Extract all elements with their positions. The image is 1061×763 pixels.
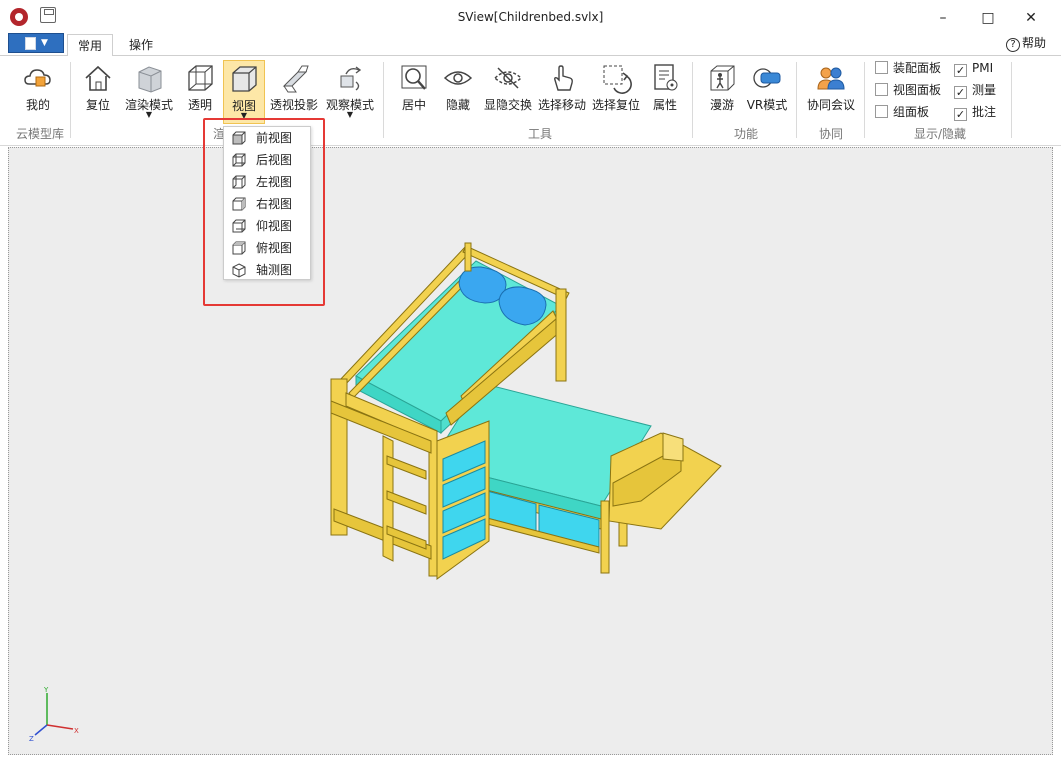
checkbox-label: 测量: [972, 83, 997, 97]
properties-icon: [654, 64, 678, 91]
group-cloud-library: 云模型库: [15, 127, 64, 141]
dropdown-arrow-icon: ▼: [346, 110, 354, 119]
close-button[interactable]: ✕: [1017, 8, 1045, 28]
file-menu-button[interactable]: ▼: [8, 33, 64, 53]
properties-button[interactable]: 属性: [645, 60, 685, 124]
document-icon: [25, 37, 36, 50]
reset-button[interactable]: 复位: [80, 60, 116, 124]
group-show-hide: 显示/隐藏: [913, 127, 967, 141]
roam-label: 漫游: [709, 98, 734, 112]
checkbox-group-panel[interactable]: 组面板: [875, 105, 929, 121]
checkbox-pmi[interactable]: ✓ PMI: [954, 61, 993, 77]
checkbox-box[interactable]: [875, 105, 888, 118]
perspective-icon: [282, 65, 309, 93]
frame-left: [0, 146, 8, 763]
hide-button[interactable]: 隐藏: [438, 60, 478, 124]
frame-bottom: [0, 755, 1061, 763]
collab-meeting-label: 协同会议: [806, 98, 855, 112]
observe-mode-icon: [340, 66, 362, 91]
view-cube-icon: [232, 66, 257, 92]
group-collab: 协同: [818, 127, 843, 141]
mine-button[interactable]: 我的: [16, 60, 60, 124]
users-icon: [817, 67, 845, 90]
cloud-icon: [24, 69, 51, 87]
frame-right: [1053, 146, 1061, 763]
checkbox-box[interactable]: ✓: [954, 64, 967, 77]
vr-headset-icon: [753, 68, 781, 88]
transparent-button[interactable]: 透明: [181, 60, 219, 124]
checkbox-box[interactable]: [875, 83, 888, 96]
axis-triad-icon: Y X Z: [29, 686, 79, 743]
separator: [864, 62, 865, 138]
checkbox-label: PMI: [972, 61, 994, 75]
group-function: 功能: [733, 127, 758, 141]
checkbox-box[interactable]: ✓: [954, 108, 967, 121]
checkbox-label: 装配面板: [893, 61, 942, 75]
axis-y-label: Y: [43, 686, 49, 694]
observe-mode-button[interactable]: 观察模式 ▼: [323, 60, 377, 124]
checkbox-label: 批注: [972, 105, 997, 119]
select-reset-label: 选择复位: [591, 98, 640, 112]
checkbox-label: 视图面板: [893, 83, 942, 97]
center-button[interactable]: 居中: [394, 60, 434, 124]
3d-viewport[interactable]: Y X Z: [8, 147, 1053, 755]
show-hide-swap-button[interactable]: 显隐交换: [482, 60, 534, 124]
checkbox-box[interactable]: ✓: [954, 86, 967, 99]
hand-pointer-icon: [554, 65, 573, 91]
center-label: 居中: [401, 98, 426, 112]
minimize-button[interactable]: –: [929, 8, 957, 28]
eye-slash-icon: [493, 67, 523, 89]
checkbox-assembly-panel[interactable]: 装配面板: [875, 61, 941, 77]
maximize-button[interactable]: □: [974, 8, 1002, 28]
zoom-center-icon: [401, 65, 427, 90]
vr-mode-button[interactable]: VR模式: [744, 60, 790, 124]
separator: [70, 62, 71, 138]
separator: [692, 62, 693, 138]
view-button[interactable]: 视图 ▼: [223, 60, 265, 124]
checkbox-label: 组面板: [893, 105, 930, 119]
highlight-annotation-box: [203, 118, 325, 306]
help-icon: ?: [1006, 38, 1020, 52]
axis-z-label: Z: [29, 735, 34, 743]
collab-meeting-button[interactable]: 协同会议: [804, 60, 858, 124]
hide-label: 隐藏: [445, 98, 470, 112]
tab-common[interactable]: 常用: [67, 34, 113, 57]
help-button[interactable]: ? 帮助: [1006, 34, 1046, 52]
separator: [383, 62, 384, 138]
home-icon: [85, 65, 111, 91]
checkbox-box[interactable]: [875, 61, 888, 74]
select-move-label: 选择移动: [537, 98, 586, 112]
checkbox-measure[interactable]: ✓ 测量: [954, 83, 996, 99]
reset-selection-icon: [603, 65, 632, 94]
roam-button[interactable]: 漫游: [703, 60, 741, 124]
group-tools: 工具: [527, 127, 552, 141]
dropdown-arrow-icon: ▼: [145, 110, 153, 119]
eye-icon: [443, 71, 473, 85]
mine-label: 我的: [25, 98, 50, 112]
separator: [796, 62, 797, 138]
perspective-projection-button[interactable]: 透视投影: [268, 60, 320, 124]
transparent-label: 透明: [187, 98, 212, 112]
separator: [1011, 62, 1012, 138]
show-hide-swap-label: 显隐交换: [483, 98, 532, 112]
chevron-down-icon: ▼: [41, 38, 48, 48]
reset-label: 复位: [85, 98, 110, 112]
checkbox-annotation[interactable]: ✓ 批注: [954, 105, 996, 121]
transparent-cube-icon: [188, 65, 213, 91]
bunk-bed-model[interactable]: [9, 148, 1054, 756]
render-mode-button[interactable]: 渲染模式 ▼: [122, 60, 176, 124]
render-cube-icon: [138, 66, 162, 93]
perspective-label: 透视投影: [269, 98, 318, 112]
select-reset-button[interactable]: 选择复位: [590, 60, 642, 124]
vr-mode-label: VR模式: [746, 98, 788, 112]
select-move-button[interactable]: 选择移动: [536, 60, 588, 124]
axis-x-label: X: [74, 727, 79, 735]
walk-cube-icon: [710, 65, 735, 91]
help-label: 帮助: [1022, 36, 1047, 50]
properties-label: 属性: [652, 98, 677, 112]
tab-operation[interactable]: 操作: [118, 34, 164, 57]
checkbox-view-panel[interactable]: 视图面板: [875, 83, 941, 99]
window-title: SView[Childrenbed.svlx]: [457, 10, 604, 24]
